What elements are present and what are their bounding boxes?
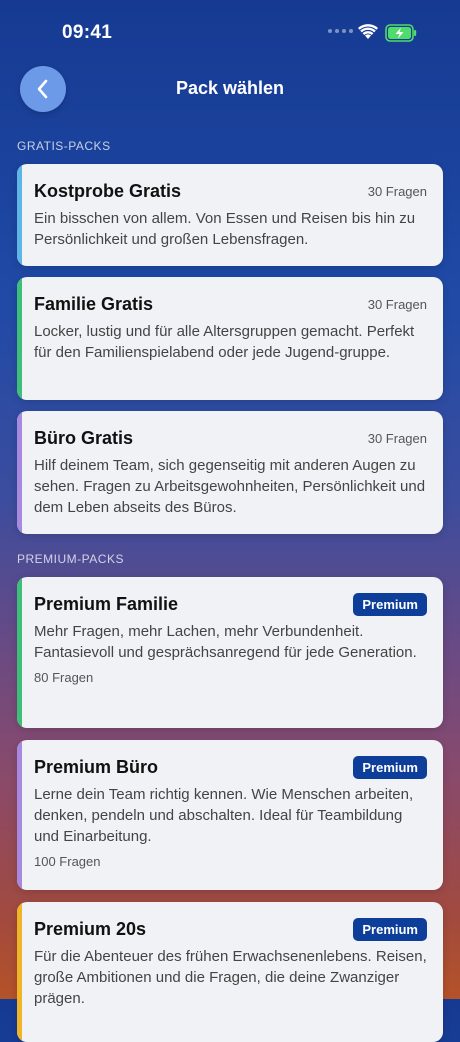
- pack-description: Lerne dein Team richtig kennen. Wie Mens…: [34, 786, 414, 845]
- page-title: Pack wählen: [175, 78, 285, 98]
- pack-description: Ein bisschen von allem. Von Essen und Re…: [34, 210, 416, 248]
- pack-title: Kostprobe Gratis: [34, 180, 182, 201]
- navigation-bar: Pack wählen: [0, 64, 460, 114]
- section-label-premium: PREMIUM-PACKS: [17, 552, 124, 566]
- pack-title: Büro Gratis: [34, 427, 134, 448]
- pack-card-premium-familie[interactable]: Premium Familie Premium Mehr Fragen, meh…: [17, 577, 443, 728]
- status-time: 09:41: [62, 22, 113, 43]
- pack-title: Premium Büro: [34, 756, 159, 777]
- pack-title: Premium 20s: [34, 918, 147, 939]
- pack-card-familie[interactable]: Familie Gratis 30 Fragen Locker, lustig …: [17, 277, 443, 400]
- section-label-free: GRATIS-PACKS: [17, 139, 111, 153]
- premium-badge: Premium: [353, 592, 427, 616]
- pack-description: Für die Abenteuer des frühen Erwachsenen…: [34, 948, 427, 1007]
- pack-question-count: 100 Fragen: [34, 854, 101, 869]
- pack-description: Locker, lustig und für alle Altersgruppe…: [34, 323, 415, 361]
- premium-badge: Premium: [353, 917, 427, 941]
- premium-badge: Premium: [353, 755, 427, 779]
- pack-card-premium-buero[interactable]: Premium Büro Premium Lerne dein Team ric…: [17, 740, 443, 890]
- pack-card-premium-20s[interactable]: Premium 20s Premium Für die Abenteuer de…: [17, 902, 443, 1042]
- pack-question-count: 30 Fragen: [367, 430, 427, 446]
- pack-question-count: 30 Fragen: [367, 183, 427, 199]
- pack-description: Hilf deinem Team, sich gegenseitig mit a…: [34, 457, 426, 516]
- pack-question-count: 30 Fragen: [367, 296, 427, 312]
- pack-title: Premium Familie: [34, 593, 179, 614]
- battery-charging-icon: [385, 24, 417, 42]
- cellular-signal-icon: [328, 29, 353, 33]
- pack-card-kostprobe[interactable]: Kostprobe Gratis 30 Fragen Ein bisschen …: [17, 164, 443, 266]
- pack-question-count: 80 Fragen: [34, 670, 94, 685]
- status-bar: 09:41: [0, 0, 460, 64]
- wifi-icon: [358, 24, 378, 39]
- pack-description: Mehr Fragen, mehr Lachen, mehr Verbunden…: [34, 623, 417, 661]
- pack-title: Familie Gratis: [34, 293, 154, 314]
- pack-card-buero[interactable]: Büro Gratis 30 Fragen Hilf deinem Team, …: [17, 411, 443, 534]
